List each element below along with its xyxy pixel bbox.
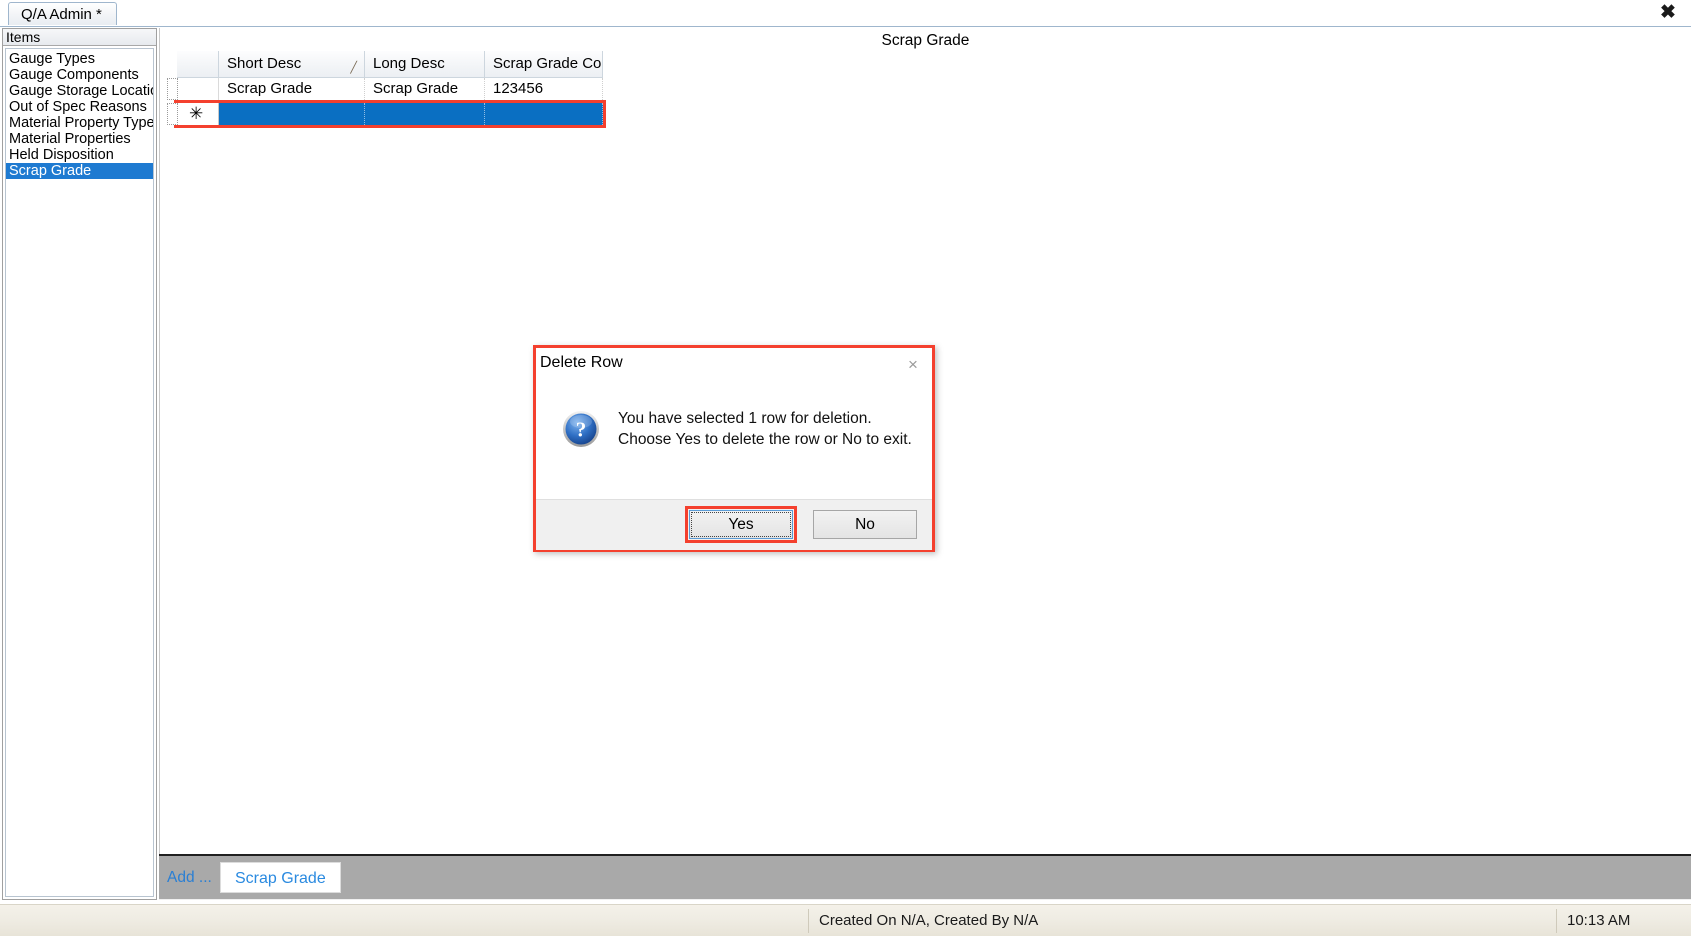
svg-text:?: ?	[576, 418, 587, 442]
new-cell-short-desc[interactable]	[219, 103, 365, 125]
dialog-close-icon[interactable]: ×	[902, 354, 924, 376]
dialog-message: You have selected 1 row for deletion. Ch…	[618, 408, 912, 450]
tab-qa-admin[interactable]: Q/A Admin *	[8, 2, 117, 25]
sidebar-item-scrap-grade[interactable]: Scrap Grade	[6, 163, 153, 179]
asterisk-new-row-icon: ✳	[189, 104, 204, 123]
add-link[interactable]: Add ...	[167, 869, 212, 887]
delete-row-dialog: Delete Row × ? You have selected 1 row f…	[536, 348, 932, 550]
cell-short-desc[interactable]: Scrap Grade	[219, 78, 365, 100]
cell-long-desc[interactable]: Scrap Grade	[365, 78, 485, 100]
question-icon: ?	[562, 410, 600, 448]
grid-column-long-desc-label: Long Desc	[373, 55, 445, 72]
dialog-body: ? You have selected 1 row for deletion. …	[536, 386, 932, 499]
table-row-new-selected[interactable]: ✳	[167, 100, 606, 128]
new-row-marker[interactable]: ✳	[167, 103, 219, 125]
dialog-title: Delete Row	[540, 354, 623, 371]
dialog-message-line2: Choose Yes to delete the row or No to ex…	[618, 431, 912, 448]
no-button[interactable]: No	[813, 510, 917, 539]
items-panel-header: Items	[3, 29, 156, 46]
bottom-toolbar: Add ... Scrap Grade	[159, 854, 1691, 900]
new-cell-long-desc[interactable]	[365, 103, 485, 125]
dialog-titlebar: Delete Row ×	[536, 348, 932, 386]
items-panel: Items Gauge Types Gauge Components Gauge…	[2, 28, 157, 900]
cell-scrap-grade-code[interactable]: 123456	[485, 78, 603, 100]
yes-button[interactable]: Yes	[689, 510, 793, 539]
grid-column-short-desc-label: Short Desc	[227, 55, 302, 72]
row-selector-dotted	[167, 78, 178, 100]
status-created-info: Created On N/A, Created By N/A	[808, 909, 1038, 933]
close-icon[interactable]: ✖	[1655, 1, 1681, 25]
grid-column-scrap-grade-code[interactable]: Scrap Grade Code	[485, 51, 603, 77]
dialog-footer: Yes No	[536, 499, 932, 550]
sidebar-item-out-of-spec-reasons[interactable]: Out of Spec Reasons	[6, 99, 153, 115]
tab-strip: Q/A Admin * ✖	[0, 0, 1691, 27]
status-time: 10:13 AM	[1556, 909, 1630, 933]
sort-ascending-icon: ╱	[350, 62, 357, 74]
new-cell-scrap-grade-code[interactable]	[485, 103, 603, 125]
sidebar-item-material-properties[interactable]: Material Properties	[6, 131, 153, 147]
delete-row-dialog-highlight: Delete Row × ? You have selected 1 row f…	[533, 345, 935, 552]
sidebar-item-material-property-types[interactable]: Material Property Types	[6, 115, 153, 131]
application-window: Q/A Admin * ✖ Items Gauge Types Gauge Co…	[0, 0, 1691, 936]
table-row[interactable]: Scrap Grade Scrap Grade 123456	[167, 78, 603, 100]
grid-header-rowmarker	[177, 51, 219, 77]
grid-header-row: Short Desc ╱ Long Desc Scrap Grade Code	[177, 51, 603, 78]
grid-column-scrap-grade-code-label: Scrap Grade Code	[493, 55, 602, 72]
status-bar: Created On N/A, Created By N/A 10:13 AM	[0, 904, 1691, 936]
grid-column-short-desc[interactable]: Short Desc ╱	[219, 51, 365, 77]
sidebar-item-gauge-types[interactable]: Gauge Types	[6, 51, 153, 67]
scrap-grade-grid: Short Desc ╱ Long Desc Scrap Grade Code …	[167, 51, 606, 128]
tab-qa-admin-label: Q/A Admin *	[21, 6, 102, 23]
sidebar-item-gauge-storage-locations[interactable]: Gauge Storage Locations	[6, 83, 153, 99]
dialog-message-line1: You have selected 1 row for deletion.	[618, 410, 872, 427]
breadcrumb-scrap-grade[interactable]: Scrap Grade	[220, 862, 341, 893]
items-list[interactable]: Gauge Types Gauge Components Gauge Stora…	[5, 48, 154, 897]
grid-column-long-desc[interactable]: Long Desc	[365, 51, 485, 77]
page-title: Scrap Grade	[881, 32, 970, 49]
sidebar-item-gauge-components[interactable]: Gauge Components	[6, 67, 153, 83]
row-marker[interactable]	[167, 78, 219, 100]
sidebar-item-held-disposition[interactable]: Held Disposition	[6, 147, 153, 163]
new-row-selector-dotted	[167, 103, 178, 125]
